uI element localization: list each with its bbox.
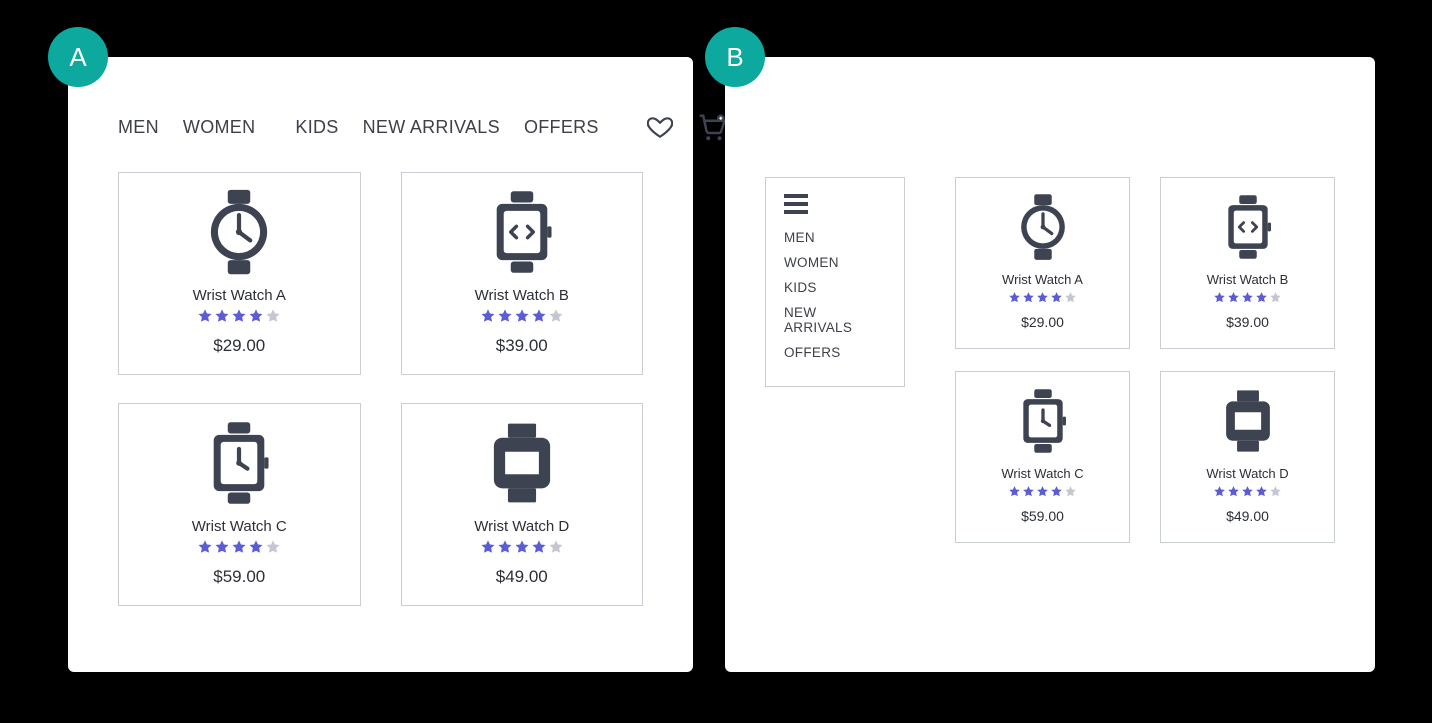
product-rating [197,539,281,555]
product-name: Wrist Watch B [1207,272,1289,287]
watch-block-icon [477,418,567,508]
product-grid-b: Wrist Watch A $29.00 Wrist Watch B $39.0… [955,177,1335,543]
product-rating [1213,291,1282,304]
watch-square-hands-icon [1008,386,1078,456]
product-price: $49.00 [1226,508,1269,524]
layout-variant-a: A MEN WOMEN KIDS NEW ARRIVALS OFFERS Wri… [68,57,693,672]
product-name: Wrist Watch A [193,287,286,304]
layout-variant-b: B MEN WOMEN KIDS NEW ARRIVALS OFFERS Wri… [725,57,1375,672]
side-menu: MEN WOMEN KIDS NEW ARRIVALS OFFERS [765,177,905,387]
nav-women[interactable]: WOMEN [183,117,256,138]
product-grid-a: Wrist Watch A $29.00 Wrist Watch B $39.0… [118,172,643,606]
product-rating [480,308,564,324]
watch-square-hands-icon [194,418,284,508]
menu-toggle-button[interactable] [784,194,886,214]
product-name: Wrist Watch A [1002,272,1083,287]
watch-square-code-icon [477,187,567,277]
product-price: $29.00 [213,336,265,356]
watch-square-code-icon [1213,192,1283,262]
side-nav-offers[interactable]: OFFERS [784,345,886,360]
variant-badge-b: B [705,27,765,87]
product-name: Wrist Watch D [474,518,569,535]
product-price: $59.00 [213,567,265,587]
side-nav-men[interactable]: MEN [784,230,886,245]
wishlist-button[interactable] [647,114,673,140]
nav-kids[interactable]: KIDS [295,117,338,138]
watch-block-icon [1213,386,1283,456]
nav-new-arrivals[interactable]: NEW ARRIVALS [363,117,500,138]
product-card[interactable]: Wrist Watch B $39.00 [401,172,644,375]
watch-round-icon [1008,192,1078,262]
product-card[interactable]: Wrist Watch A $29.00 [955,177,1130,349]
product-card[interactable]: Wrist Watch D $49.00 [1160,371,1335,543]
product-name: Wrist Watch D [1206,466,1288,481]
cart-button[interactable] [697,112,727,142]
heart-icon [647,114,673,140]
product-card[interactable]: Wrist Watch C $59.00 [118,403,361,606]
product-rating [480,539,564,555]
nav-offers[interactable]: OFFERS [524,117,599,138]
product-price: $49.00 [496,567,548,587]
product-card[interactable]: Wrist Watch C $59.00 [955,371,1130,543]
product-card[interactable]: Wrist Watch D $49.00 [401,403,644,606]
side-nav-new-arrivals[interactable]: NEW ARRIVALS [784,305,886,335]
product-price: $59.00 [1021,508,1064,524]
product-rating [1008,485,1077,498]
nav-men[interactable]: MEN [118,117,159,138]
product-price: $39.00 [1226,314,1269,330]
variant-badge-a: A [48,27,108,87]
side-nav-kids[interactable]: KIDS [784,280,886,295]
product-card[interactable]: Wrist Watch A $29.00 [118,172,361,375]
side-nav-women[interactable]: WOMEN [784,255,886,270]
watch-round-icon [194,187,284,277]
product-name: Wrist Watch C [1001,466,1083,481]
product-card[interactable]: Wrist Watch B $39.00 [1160,177,1335,349]
product-name: Wrist Watch C [192,518,287,535]
product-rating [197,308,281,324]
hamburger-icon [784,194,808,198]
top-nav: MEN WOMEN KIDS NEW ARRIVALS OFFERS [118,102,643,172]
product-rating [1008,291,1077,304]
product-rating [1213,485,1282,498]
product-price: $39.00 [496,336,548,356]
cart-icon [697,112,727,142]
product-name: Wrist Watch B [475,287,569,304]
product-price: $29.00 [1021,314,1064,330]
